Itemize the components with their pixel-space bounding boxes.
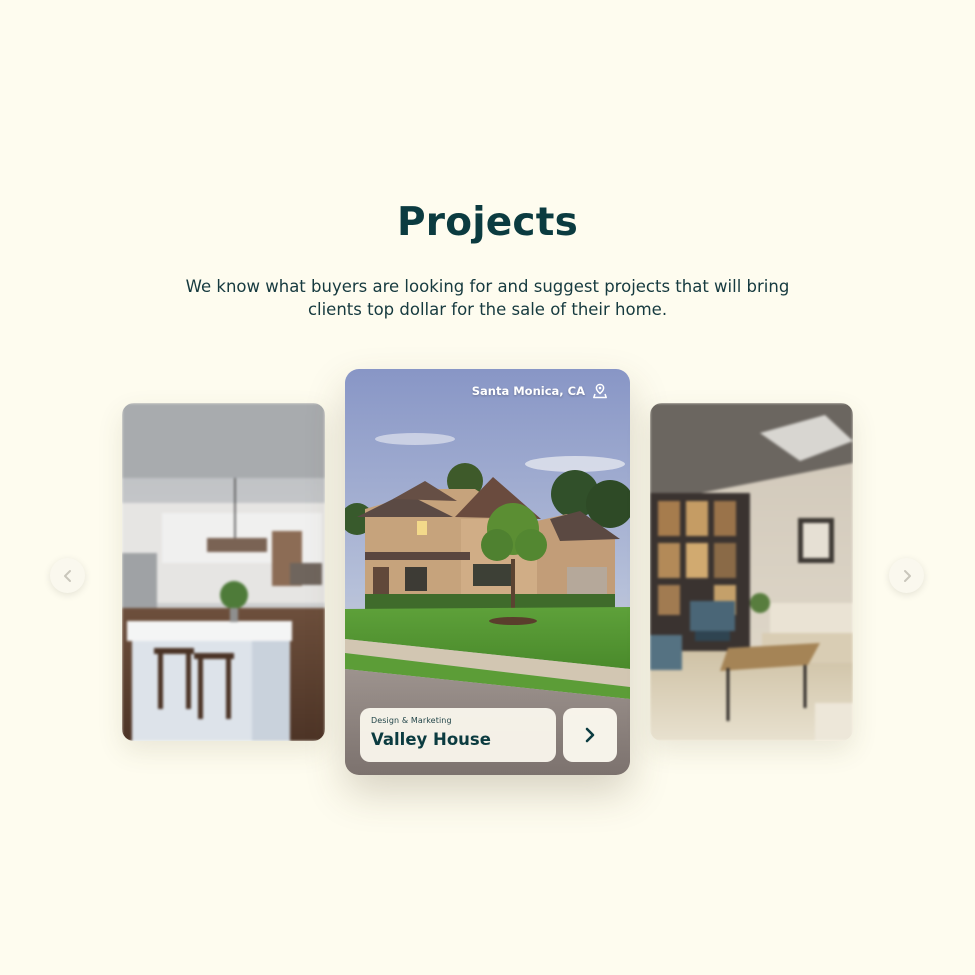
- open-project-button[interactable]: [563, 708, 617, 762]
- chevron-left-icon: [63, 569, 71, 582]
- living-room-photo: [650, 403, 853, 741]
- project-name: Valley House: [371, 730, 491, 749]
- chevron-right-icon: [585, 727, 595, 743]
- section-subtitle: We know what buyers are looking for and …: [185, 277, 790, 319]
- project-info-panel: Design & Marketing Valley House: [360, 708, 556, 762]
- project-category: Design & Marketing: [371, 716, 452, 725]
- location-pin-icon: [593, 383, 607, 399]
- project-card-kitchen[interactable]: [122, 403, 325, 741]
- project-location: Santa Monica, CA: [472, 383, 608, 399]
- carousel-next-button[interactable]: [889, 558, 924, 593]
- kitchen-photo: [122, 403, 325, 741]
- project-location-label: Santa Monica, CA: [471, 384, 585, 398]
- carousel-prev-button[interactable]: [50, 558, 85, 593]
- chevron-right-icon: [903, 569, 911, 582]
- project-card-living-room[interactable]: [650, 403, 853, 741]
- project-card-valley-house[interactable]: Santa Monica, CA Design & Marketing Vall…: [345, 369, 630, 775]
- section-title: Projects: [396, 200, 578, 245]
